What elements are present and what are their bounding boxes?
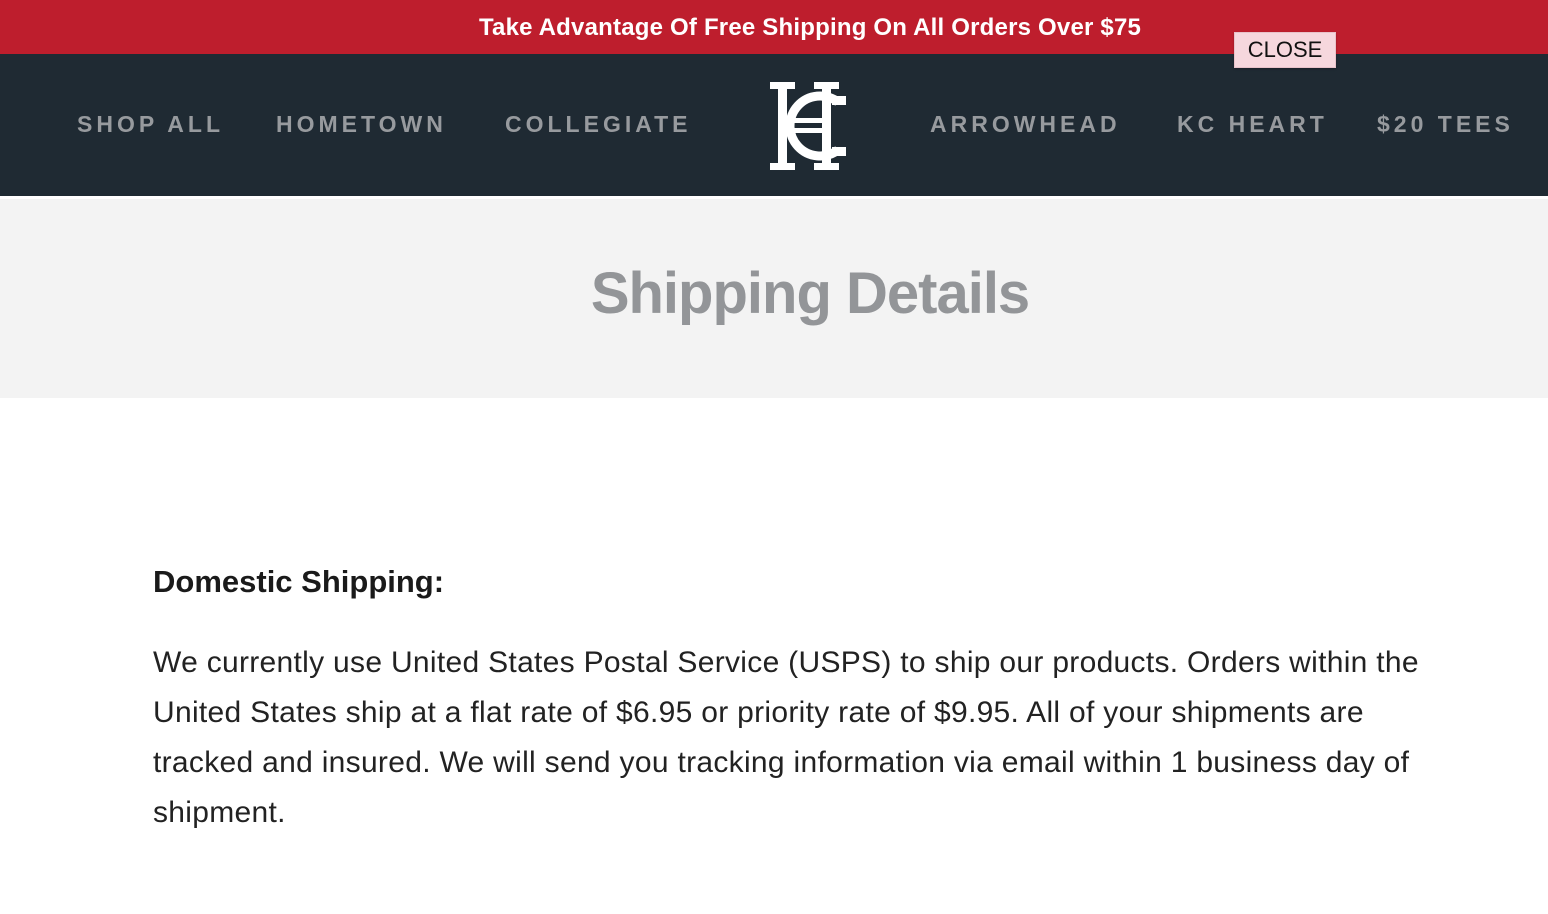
hc-monogram-logo-icon (770, 82, 846, 170)
nav-item-shop-all[interactable]: SHOP ALL (77, 54, 224, 196)
nav-item-kc-heart[interactable]: KC HEART (1177, 54, 1328, 196)
section-body-text: We currently use United States Postal Se… (153, 646, 1419, 829)
close-promo-button[interactable]: CLOSE (1234, 32, 1336, 68)
section-heading: Domestic Shipping: (153, 564, 445, 599)
site-logo[interactable] (752, 80, 866, 172)
nav-item-collegiate[interactable]: COLLEGIATE (505, 54, 692, 196)
nav-item-hometown[interactable]: HOMETOWN (276, 54, 447, 196)
nav-item-20-tees[interactable]: $20 TEES (1377, 54, 1514, 196)
nav-item-arrowhead[interactable]: ARROWHEAD (930, 54, 1121, 196)
page-title: Shipping Details (590, 261, 1030, 326)
